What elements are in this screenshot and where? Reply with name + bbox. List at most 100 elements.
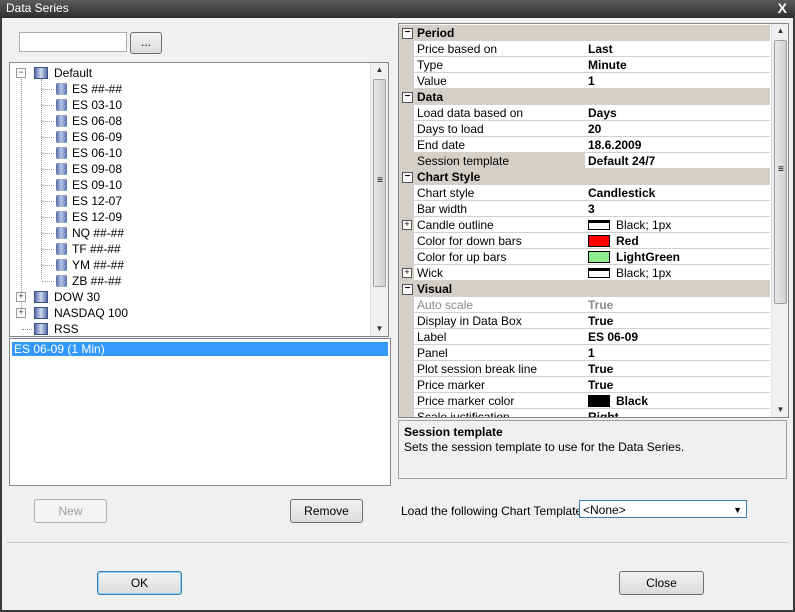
tree-item-instrument[interactable]: TF ##-## — [10, 241, 370, 257]
tree-item-instrument[interactable]: ES 06-09 — [10, 129, 370, 145]
browse-button[interactable]: ... — [130, 32, 162, 54]
collapse-icon[interactable]: − — [402, 28, 413, 39]
title-bar: Data Series X — [0, 0, 795, 18]
tree-item-label: NQ ##-## — [72, 226, 125, 240]
expand-icon[interactable]: + — [402, 268, 412, 278]
property-scale-justification[interactable]: Scale justification Right — [399, 409, 770, 417]
tree-item-label: ES 06-10 — [72, 146, 123, 160]
new-button[interactable]: New — [34, 499, 107, 523]
category-visual[interactable]: − Visual — [399, 281, 770, 297]
property-type[interactable]: Type Minute — [399, 57, 770, 73]
property-session-template[interactable]: Session template Default 24/7 — [399, 153, 770, 169]
category-period[interactable]: − Period — [399, 25, 770, 41]
instrument-tree[interactable]: − Default ES ##-## ES 03-10 ES 06-08 ES … — [9, 62, 389, 337]
tree-scrollbar[interactable]: ▲ ≡ ▼ — [370, 63, 388, 336]
category-chart-style[interactable]: − Chart Style — [399, 169, 770, 185]
expand-icon[interactable]: + — [402, 220, 412, 230]
tree-item-instrument[interactable]: NQ ##-## — [10, 225, 370, 241]
tree-item-label: ES 12-09 — [72, 210, 123, 224]
tree-item-instrument[interactable]: ES 09-10 — [10, 177, 370, 193]
scroll-down-icon[interactable]: ▼ — [371, 322, 388, 336]
ok-button[interactable]: OK — [97, 571, 182, 595]
expand-icon[interactable]: + — [16, 308, 26, 318]
property-bar-width[interactable]: Bar width 3 — [399, 201, 770, 217]
property-days-to-load[interactable]: Days to load 20 — [399, 121, 770, 137]
property-color-down-bars[interactable]: Color for down bars Red — [399, 233, 770, 249]
chart-template-label: Load the following Chart Template: — [401, 504, 586, 518]
collapse-icon[interactable]: − — [402, 92, 413, 103]
property-auto-scale[interactable]: Auto scale True — [399, 297, 770, 313]
description-title: Session template — [404, 425, 503, 439]
property-price-based-on[interactable]: Price based on Last — [399, 41, 770, 57]
property-price-marker[interactable]: Price marker True — [399, 377, 770, 393]
property-end-date[interactable]: End date 18.6.2009 — [399, 137, 770, 153]
property-grid[interactable]: − Period Price based on Last Type Minute Va… — [398, 23, 789, 418]
scroll-thumb[interactable]: ≡ — [373, 79, 386, 287]
property-plot-session-break-line[interactable]: Plot session break line True — [399, 361, 770, 377]
tree-item-instrument[interactable]: ES 09-08 — [10, 161, 370, 177]
tree-item-instrument[interactable]: ES 12-09 — [10, 209, 370, 225]
instrument-icon — [56, 163, 67, 175]
chevron-down-icon[interactable]: ▼ — [733, 501, 742, 519]
tree-item-instrument[interactable]: ES 03-10 — [10, 97, 370, 113]
collapse-icon[interactable]: − — [402, 284, 413, 295]
instrument-icon — [56, 99, 67, 111]
category-data[interactable]: − Data — [399, 89, 770, 105]
tree-item-label: DOW 30 — [54, 290, 101, 304]
tree-item-label: Default — [54, 66, 93, 80]
tree-item-label: ES 09-10 — [72, 178, 123, 192]
instrument-icon — [56, 275, 67, 287]
instrument-icon — [56, 131, 67, 143]
selected-series-list[interactable]: ES 06-09 (1 Min) — [9, 338, 391, 486]
tree-item-label: YM ##-## — [72, 258, 125, 272]
description-text: Sets the session template to use for the… — [404, 440, 685, 454]
tree-item-instrument[interactable]: ES 12-07 — [10, 193, 370, 209]
tree-item-label: ES 09-08 — [72, 162, 123, 176]
tree-item-instrument[interactable]: ZB ##-## — [10, 273, 370, 289]
scroll-up-icon[interactable]: ▲ — [772, 24, 788, 38]
property-value[interactable]: Value 1 — [399, 73, 770, 89]
tree-item-instrument[interactable]: ES 06-10 — [10, 145, 370, 161]
remove-button[interactable]: Remove — [290, 499, 363, 523]
property-load-data-based-on[interactable]: Load data based on Days — [399, 105, 770, 121]
tree-item-label: ES 06-09 — [72, 130, 123, 144]
selected-series-item[interactable]: ES 06-09 (1 Min) — [12, 342, 388, 356]
instrument-icon — [56, 83, 67, 95]
tree-item-label: ES 03-10 — [72, 98, 123, 112]
instrument-icon — [56, 243, 67, 255]
property-scrollbar[interactable]: ▲ ≡ ▼ — [771, 24, 788, 417]
tree-item-label: ES 06-08 — [72, 114, 123, 128]
property-panel[interactable]: Panel 1 — [399, 345, 770, 361]
tree-item-label: ES ##-## — [72, 82, 123, 96]
search-input[interactable] — [19, 32, 127, 52]
property-label[interactable]: Label ES 06-09 — [399, 329, 770, 345]
instrument-icon — [56, 259, 67, 271]
grip-icon: ≡ — [377, 175, 383, 186]
close-button[interactable]: Close — [619, 571, 704, 595]
database-group-icon — [34, 291, 48, 303]
tree-item-instrument[interactable]: ES ##-## — [10, 81, 370, 97]
instrument-icon — [56, 115, 67, 127]
property-wick[interactable]: + Wick Black; 1px — [399, 265, 770, 281]
scroll-up-icon[interactable]: ▲ — [371, 63, 388, 77]
property-display-in-data-box[interactable]: Display in Data Box True — [399, 313, 770, 329]
expand-icon[interactable]: + — [16, 292, 26, 302]
scroll-thumb[interactable]: ≡ — [774, 40, 787, 304]
collapse-icon[interactable]: − — [16, 68, 26, 78]
tree-item-instrument[interactable]: ES 06-08 — [10, 113, 370, 129]
instrument-icon — [56, 211, 67, 223]
color-swatch — [588, 234, 610, 247]
instrument-icon — [56, 179, 67, 191]
scroll-down-icon[interactable]: ▼ — [772, 403, 788, 417]
collapse-icon[interactable]: − — [402, 172, 413, 183]
property-description: Session template Sets the session templa… — [398, 420, 787, 479]
property-candle-outline[interactable]: + Candle outline Black; 1px — [399, 217, 770, 233]
instrument-icon — [56, 227, 67, 239]
property-chart-style[interactable]: Chart style Candlestick — [399, 185, 770, 201]
close-icon[interactable]: X — [778, 0, 787, 16]
tree-item-instrument[interactable]: YM ##-## — [10, 257, 370, 273]
chart-template-select[interactable]: <None> ▼ — [579, 500, 747, 518]
property-price-marker-color[interactable]: Price marker color Black — [399, 393, 770, 409]
property-color-up-bars[interactable]: Color for up bars LightGreen — [399, 249, 770, 265]
window-title: Data Series — [6, 1, 69, 15]
